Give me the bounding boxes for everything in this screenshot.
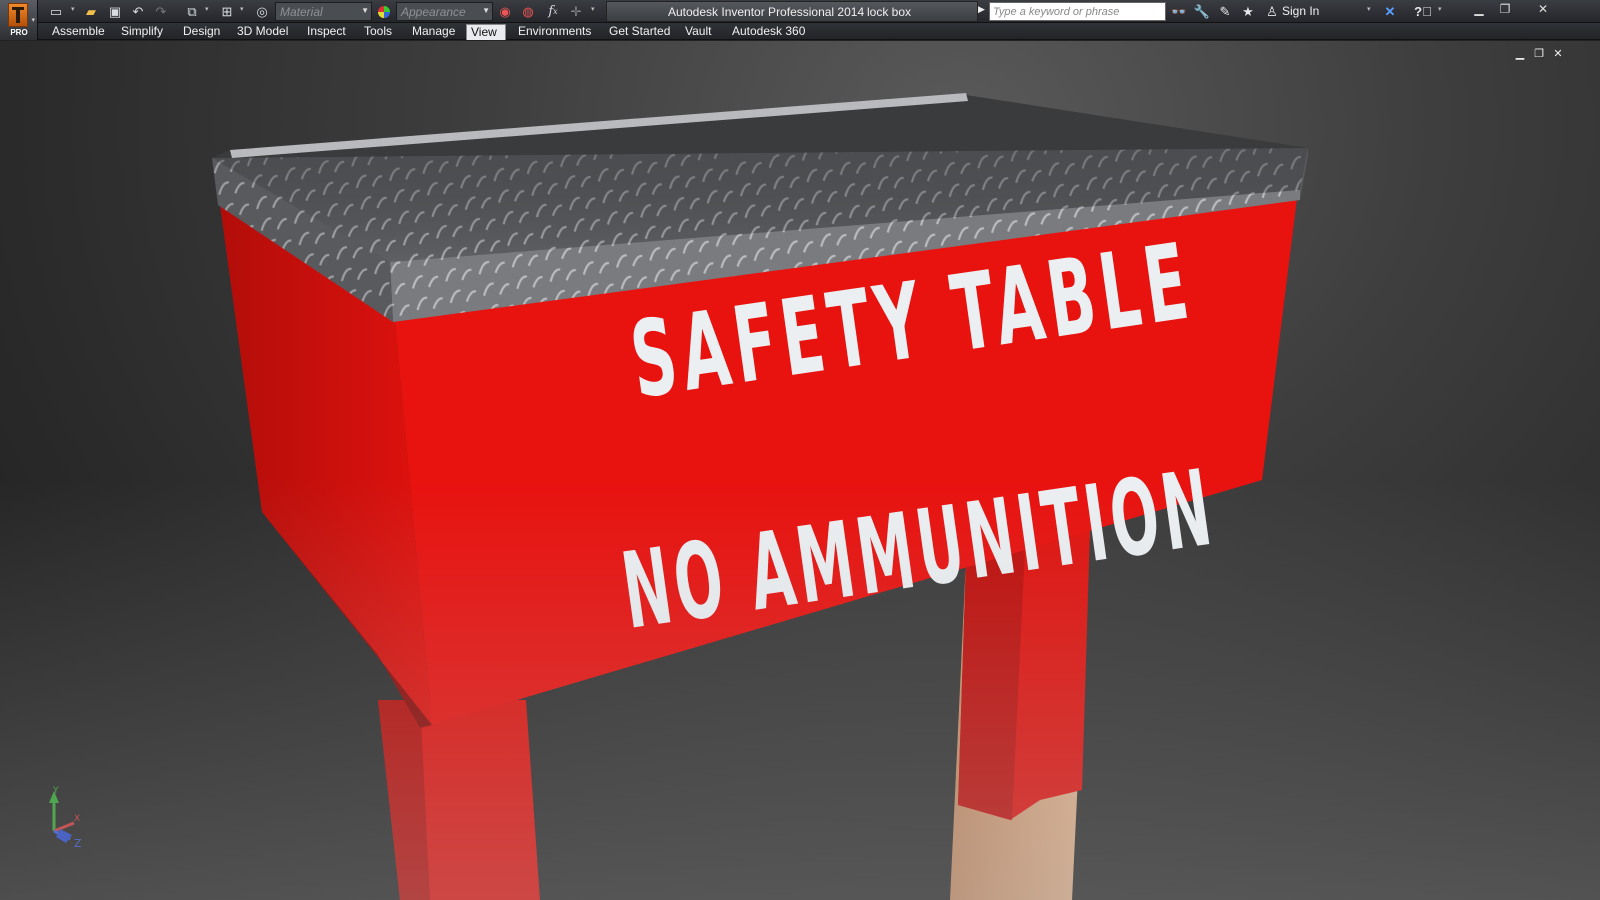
material-placeholder: Material bbox=[280, 5, 323, 19]
sign-in-dropdown-icon[interactable]: ▾ bbox=[1367, 5, 1371, 13]
tab-environments[interactable]: Environments bbox=[514, 24, 595, 40]
appearance-placeholder: Appearance bbox=[401, 5, 466, 19]
return-dropdown-icon[interactable]: ▾ bbox=[205, 5, 209, 13]
tab-manage[interactable]: Manage bbox=[408, 24, 459, 40]
app-title: Autodesk Inventor Professional 2014 bbox=[668, 5, 865, 19]
measure-icon[interactable]: ✛ bbox=[567, 3, 585, 20]
update-icon[interactable]: ⊞ bbox=[218, 3, 236, 20]
chevron-down-icon: ▼ bbox=[482, 6, 490, 15]
graphics-window[interactable]: ▁ ❐ ✕ SAFETY TABLE NO AMMUNITION Y X Z bbox=[0, 41, 1600, 900]
update-dropdown-icon[interactable]: ▾ bbox=[240, 5, 244, 13]
search-input[interactable]: Type a keyword or phrase bbox=[989, 2, 1166, 21]
communication-icon[interactable]: ✎ bbox=[1216, 3, 1234, 20]
chevron-down-icon: ▾ bbox=[31, 17, 35, 24]
tab-view[interactable]: View bbox=[466, 24, 506, 40]
lid-rear bbox=[212, 95, 1308, 158]
customize-qat-icon[interactable]: ▾ bbox=[591, 5, 595, 13]
chevron-down-icon: ▼ bbox=[361, 6, 369, 15]
restore-window-button[interactable]: ❐ bbox=[1492, 1, 1518, 19]
y-axis-label: Y bbox=[52, 786, 59, 796]
favorites-icon[interactable]: ★ bbox=[1239, 3, 1257, 20]
tab-design[interactable]: Design bbox=[179, 24, 224, 40]
axis-triad: Y X Z bbox=[49, 786, 82, 850]
title-bar: ▭ ▾ ▰ ▣ ↶ ↷ ⧉ ▾ ⊞ ▾ ◎ Material ▼ Appeara… bbox=[0, 0, 1600, 23]
color-wheel-svg bbox=[378, 5, 390, 18]
tab-vault[interactable]: Vault bbox=[681, 24, 715, 40]
adjust-icon[interactable]: ◉ bbox=[496, 3, 514, 20]
user-icon[interactable]: ♙ bbox=[1263, 3, 1281, 20]
new-icon[interactable]: ▭ bbox=[47, 3, 65, 20]
new-dropdown-icon[interactable]: ▾ bbox=[71, 5, 75, 13]
save-icon[interactable]: ▣ bbox=[106, 3, 124, 20]
tab-get-started[interactable]: Get Started bbox=[605, 24, 674, 40]
return-icon[interactable]: ⧉ bbox=[183, 3, 201, 20]
application-menu-button[interactable]: PRO ▾ bbox=[0, 0, 38, 40]
tab-tools[interactable]: Tools bbox=[360, 24, 396, 40]
tab-autodesk-360[interactable]: Autodesk 360 bbox=[728, 24, 809, 40]
x-axis-line bbox=[53, 821, 75, 833]
minimize-window-button[interactable]: ▁ bbox=[1466, 1, 1492, 19]
material-browser-icon[interactable]: ◎ bbox=[253, 3, 271, 20]
document-title: lock box bbox=[867, 5, 912, 19]
play-icon[interactable]: ▶ bbox=[978, 4, 985, 15]
exchange-icon[interactable]: ✕ bbox=[1381, 3, 1399, 20]
model-render: SAFETY TABLE NO AMMUNITION bbox=[212, 93, 1308, 900]
z-axis-arrow bbox=[56, 829, 72, 843]
color-wheel-icon[interactable] bbox=[375, 3, 393, 20]
fx-parameters-icon[interactable]: fx bbox=[544, 3, 562, 20]
edition-badge: PRO bbox=[10, 28, 28, 37]
sign-in-link[interactable]: Sign In bbox=[1282, 4, 1319, 18]
redo-icon[interactable]: ↷ bbox=[152, 3, 170, 20]
window-title: Autodesk Inventor Professional 2014 lock… bbox=[606, 1, 978, 22]
appearance-combo[interactable]: Appearance ▼ bbox=[396, 2, 493, 21]
help-dropdown-icon[interactable]: ▾ bbox=[1438, 5, 1442, 13]
subscription-icon[interactable]: 🔧 bbox=[1193, 3, 1211, 20]
close-window-button[interactable]: ✕ bbox=[1530, 1, 1556, 19]
tab-assemble[interactable]: Assemble bbox=[48, 24, 109, 40]
x-axis-label: X bbox=[74, 814, 80, 824]
help-icon[interactable]: ?⃝ bbox=[1414, 3, 1432, 20]
z-axis-label: Z bbox=[74, 837, 82, 850]
ribbon-tab-bar: Assemble Simplify Design 3D Model Inspec… bbox=[0, 23, 1600, 59]
tab-3d-model[interactable]: 3D Model bbox=[233, 24, 292, 40]
tab-inspect[interactable]: Inspect bbox=[303, 24, 350, 40]
undo-icon[interactable]: ↶ bbox=[129, 3, 147, 20]
material-combo[interactable]: Material ▼ bbox=[275, 2, 372, 21]
open-icon[interactable]: ▰ bbox=[82, 3, 100, 20]
tab-simplify[interactable]: Simplify bbox=[117, 24, 167, 40]
inventor-logo-icon bbox=[8, 3, 28, 27]
clear-appearance-icon[interactable]: ◍ bbox=[519, 3, 537, 20]
binoculars-icon[interactable]: 👓 bbox=[1170, 3, 1188, 20]
